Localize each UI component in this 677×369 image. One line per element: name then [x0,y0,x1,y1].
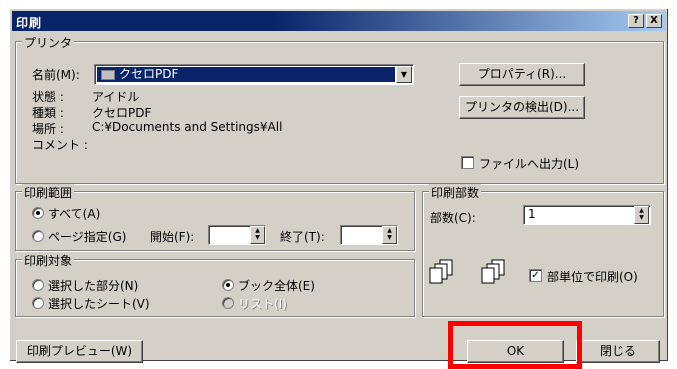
window-title: 印刷 [16,16,43,30]
printer-icon [101,69,115,80]
type-label: 種類 : [32,106,64,120]
highlight-box [448,321,582,369]
target-list-label: リスト(I) [238,297,287,311]
print-target-group-label: 印刷対象 [22,252,75,269]
copies-count-label: 部数(C): [430,211,476,225]
target-book-radio[interactable] [222,279,234,291]
status-label: 状態 : [32,90,64,104]
collate-pages-icon [481,259,505,284]
collate-label: 部単位で印刷(O) [547,270,638,284]
type-value: クセロPDF [92,106,152,120]
range-to-label: 終了(T): [280,230,325,244]
help-button[interactable]: ? [628,14,644,28]
print-to-file-checkbox[interactable] [461,156,474,169]
range-pages-label: ページ指定(G) [48,230,127,244]
printer-name-value: クセロPDF [97,67,395,82]
target-selection-label: 選択した部分(N) [48,279,139,293]
range-pages-radio[interactable] [32,230,44,242]
spinner-arrows-icon[interactable]: ▲ ▼ [250,226,265,244]
print-to-file-label: ファイルへ出力(L) [479,157,580,171]
copies-group-label: 印刷部数 [429,184,482,201]
copies-spinner[interactable]: ▲ ▼ [634,206,649,224]
properties-button[interactable]: プロパティ(R)... [459,63,585,86]
collate-pages-icon [429,259,453,284]
target-book-label: ブック全体(E) [238,279,315,293]
target-sheets-label: 選択したシート(V) [48,297,150,311]
printer-name-text: クセロPDF [119,67,179,81]
range-all-radio[interactable] [32,207,44,219]
close-button[interactable]: 閉じる [576,340,660,363]
range-from-label: 開始(F): [150,230,195,244]
location-value: C:¥Documents and Settings¥All [92,120,283,134]
spinner-arrows-icon[interactable]: ▲ ▼ [382,226,397,244]
printer-group-label: プリンタ [22,34,75,51]
chevron-down-icon[interactable]: ▼ [396,66,412,83]
comment-label: コメント : [32,138,88,152]
target-selection-radio[interactable] [32,279,44,291]
close-window-button[interactable]: X [646,14,662,28]
range-from-spinner[interactable]: ▲ ▼ [250,226,265,244]
print-dialog: 印刷 ? X プリンタ 名前(M): クセロPDF ▼ 状態 : アイドル 種類… [9,8,669,363]
find-printer-button[interactable]: プリンタの検出(D)... [459,96,585,119]
range-all-label: すべて(A) [48,207,101,221]
range-to-spinner[interactable]: ▲ ▼ [382,226,397,244]
printer-name-label: 名前(M): [32,68,80,82]
title-bar: 印刷 ? X [12,11,666,31]
copies-count-input[interactable]: 1 [523,205,651,225]
target-list-radio[interactable] [222,297,234,309]
print-preview-button[interactable]: 印刷プレビュー(W) [16,340,143,363]
collate-checkbox[interactable]: ✓ [529,269,542,282]
location-label: 場所 : [32,122,64,136]
status-value: アイドル [92,90,140,104]
target-sheets-radio[interactable] [32,297,44,309]
printer-name-select[interactable]: クセロPDF ▼ [94,64,414,85]
print-range-group-label: 印刷範囲 [22,184,75,201]
spinner-arrows-icon[interactable]: ▲ ▼ [634,206,649,224]
